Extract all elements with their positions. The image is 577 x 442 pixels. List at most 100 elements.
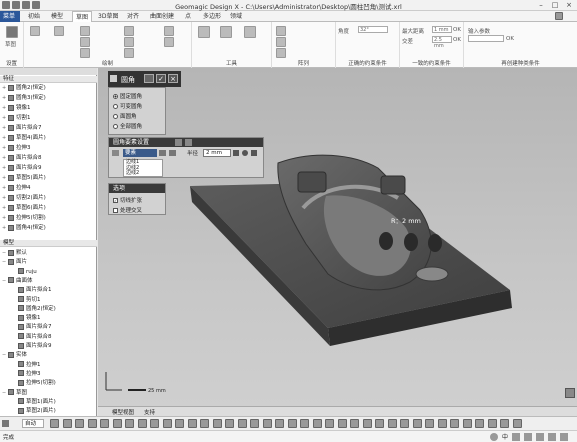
tab-support[interactable]: 支持 (144, 408, 155, 416)
close-icon[interactable]: × (562, 0, 576, 10)
expand-icon[interactable]: + (2, 94, 7, 102)
toolbar-tool-icon[interactable] (125, 419, 134, 428)
expand-icon[interactable]: − (2, 277, 7, 285)
expand-icon[interactable]: + (2, 104, 7, 112)
maximize-icon[interactable]: □ (548, 0, 562, 10)
tree-item[interactable]: 面片拟合1 (12, 286, 52, 294)
angle-input[interactable]: 32° (358, 26, 388, 33)
tray-icon[interactable] (548, 433, 556, 441)
tree-item[interactable]: − 实体 (2, 351, 27, 359)
tray-icon[interactable] (490, 433, 498, 441)
expand-icon[interactable]: + (2, 154, 7, 162)
tree-item[interactable]: 圆角2(恒定) (12, 305, 56, 313)
tree-item[interactable]: − 面片 (2, 258, 27, 266)
toolbar-tool-icon[interactable] (175, 419, 184, 428)
feature-item[interactable]: + 切割2(面片) (2, 194, 46, 202)
toolbar-tool-icon[interactable] (262, 419, 272, 428)
toolbar-tool-icon[interactable] (437, 419, 447, 428)
point-icon[interactable] (164, 26, 174, 36)
tab-point[interactable]: 点 (182, 11, 194, 22)
feature-item[interactable]: + 圆角2(恒定) (2, 84, 46, 92)
tab-align[interactable]: 对齐 (124, 11, 142, 22)
preview-icon[interactable] (144, 74, 154, 83)
tab-initial[interactable]: 初始 (25, 11, 43, 22)
feature-item[interactable]: + 草图5(面片) (2, 174, 46, 182)
toolbar-tool-icon[interactable] (450, 419, 459, 428)
tray-icon[interactable] (536, 433, 544, 441)
minimize-icon[interactable]: – (534, 0, 548, 10)
tree-item[interactable]: 拉伸3 (12, 370, 41, 378)
feature-item[interactable]: + 面片拟合8 (2, 154, 42, 162)
view-cube-icon[interactable] (565, 388, 575, 398)
toolbar-tool-icon[interactable] (475, 419, 484, 428)
linear-pattern-icon[interactable] (276, 37, 286, 47)
polygon-icon[interactable] (124, 37, 134, 47)
collapse-icon[interactable] (112, 150, 119, 156)
feature-item[interactable]: + 草图4(面片) (2, 134, 46, 142)
option-face-fillet[interactable]: 面圆角 (113, 112, 137, 120)
toolbar-tool-icon[interactable] (462, 419, 472, 428)
model-render[interactable]: R：2 mm 25 mm (98, 68, 577, 406)
toolbar-tool-icon[interactable] (337, 419, 347, 428)
option-variable-fillet[interactable]: 可变圆角 (113, 102, 142, 110)
toolbar-tool-icon[interactable] (225, 419, 234, 428)
toolbar-tool-icon[interactable] (500, 419, 509, 428)
toolbar-tool-icon[interactable] (312, 419, 322, 428)
trim-icon[interactable] (198, 26, 210, 38)
circular-pattern-icon[interactable] (276, 48, 286, 58)
toolbar-tool-icon[interactable] (287, 419, 297, 428)
toolbar-tool-icon[interactable] (387, 419, 397, 428)
toolbar-tool-icon[interactable] (75, 419, 84, 428)
mode-select[interactable]: 自动 (22, 419, 44, 428)
tray-icon[interactable] (524, 433, 532, 441)
ok-button[interactable]: OK (453, 37, 461, 43)
tab-model[interactable]: 模型 (48, 11, 66, 22)
cancel-icon[interactable]: × (168, 74, 178, 83)
toolbar-tool-icon[interactable] (362, 419, 372, 428)
flip-icon[interactable] (251, 150, 257, 156)
toolbar-tool-icon[interactable] (112, 419, 122, 428)
tree-item[interactable]: 面片拟合8 (12, 333, 52, 341)
tab-menu[interactable]: 菜单 (0, 11, 20, 22)
expand-icon[interactable]: + (2, 224, 7, 232)
circle-icon[interactable] (80, 37, 90, 47)
option-full-fillet[interactable]: 全部圆角 (113, 122, 142, 130)
feature-item[interactable]: + 圆角4(恒定) (2, 224, 46, 232)
intersect-input[interactable]: 2.5 mm (432, 36, 452, 49)
tab-model-view[interactable]: 模型视图 (112, 408, 134, 416)
radius-input[interactable]: 2 mm (203, 149, 231, 157)
element-select-field[interactable]: 要素 (123, 149, 157, 157)
toolbar-tool-icon[interactable] (400, 419, 409, 428)
tree-item[interactable]: 剪切1 (12, 296, 41, 304)
toolbar-tool-icon[interactable] (275, 419, 284, 428)
language-icon[interactable]: 中 (502, 432, 508, 441)
toolbar-tool-icon[interactable] (412, 419, 422, 428)
arc-icon[interactable] (80, 48, 90, 58)
expand-icon[interactable]: + (2, 194, 7, 202)
ok-button[interactable]: OK (506, 36, 514, 42)
expand-icon[interactable]: − (2, 258, 7, 266)
feature-item[interactable]: + 切割1 (2, 114, 31, 122)
tree-item[interactable]: 拉伸1 (12, 361, 41, 369)
tangent-expand-checkbox[interactable]: ✓ 切线扩张 (113, 196, 142, 204)
toolbar-tool-icon[interactable] (512, 419, 522, 428)
expand-icon[interactable]: + (2, 84, 7, 92)
handle-intersection-checkbox[interactable]: 处理交叉 (113, 206, 142, 214)
add-icon[interactable] (175, 139, 182, 146)
expand-icon[interactable]: + (2, 144, 7, 152)
toolbar-tool-icon[interactable] (150, 419, 159, 428)
tree-item[interactable]: − 草图 (2, 389, 27, 397)
tree-item[interactable]: − 默认 (2, 249, 27, 257)
toolbar-tool-icon[interactable] (87, 419, 97, 428)
tab-polygon[interactable]: 多边形 (200, 11, 224, 22)
toolbar-tool-icon[interactable] (350, 419, 359, 428)
expand-icon[interactable]: + (2, 204, 7, 212)
expand-icon[interactable]: − (2, 249, 7, 257)
feature-item[interactable]: + 圆角3(恒定) (2, 94, 46, 102)
edge-list[interactable]: 边线1 边线2 边线2 (123, 159, 163, 177)
expand-icon[interactable]: + (2, 214, 7, 222)
toolbar-tool-icon[interactable] (487, 419, 497, 428)
tree-item[interactable]: 草图1(面片) (12, 398, 56, 406)
tab-region[interactable]: 领域 (227, 11, 245, 22)
toolbar-tool-icon[interactable] (62, 419, 72, 428)
